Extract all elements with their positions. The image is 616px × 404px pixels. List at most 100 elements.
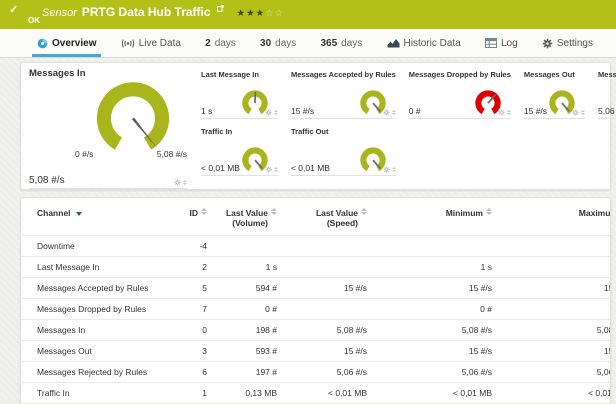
cell-minimum — [371, 236, 496, 257]
star-filled-icon[interactable]: ★ — [246, 8, 256, 19]
updown-arrows-icon[interactable] — [274, 167, 278, 172]
gauge-title: Traffic In — [201, 127, 278, 137]
tab-settings[interactable]: Settings — [537, 29, 598, 57]
gauge-value: 5,08 #/s — [29, 175, 65, 186]
gauge-messages-out[interactable]: Messages Out 15 #/s — [524, 70, 585, 119]
tab-365-days[interactable]: 365 days — [315, 29, 367, 57]
column-header-channel[interactable]: Channel — [21, 204, 171, 236]
table-row: Messages In 0 198 # 5,08 #/s 5,08 #/s 5,… — [21, 320, 611, 341]
cell-last-value-volume: 1 s — [211, 257, 281, 278]
column-header-id[interactable]: ID — [171, 204, 211, 236]
cell-last-value-speed: 5,06 #/s — [281, 362, 371, 383]
gear-icon[interactable] — [265, 109, 272, 116]
gauge-messages-rejected-by-rules[interactable]: Messages Rejected by Rules 5,06 #/s — [598, 70, 616, 119]
column-header-minimum[interactable]: Minimum — [371, 204, 496, 236]
cell-id: 6 — [171, 362, 211, 383]
updown-arrows-icon[interactable] — [183, 180, 187, 185]
tab-30-days[interactable]: 30 days — [255, 29, 301, 57]
gauge-last-message-in[interactable]: Last Message In 1 s — [201, 70, 278, 119]
cell-channel: Messages Out — [21, 341, 171, 362]
prtg-sensor-page: ✓ Sensor PRTG Data Hub Traffic ★★★☆☆ OK … — [0, 0, 616, 404]
updown-arrows-icon[interactable] — [507, 110, 511, 115]
priority-stars[interactable]: ★★★☆☆ — [237, 8, 285, 19]
gauge-scale: 0 #/s 5,08 #/s — [69, 149, 187, 159]
column-header-maximum[interactable]: Maximum — [496, 204, 611, 236]
cell-minimum: 5,08 #/s — [371, 320, 496, 341]
gauge-mini-icons — [572, 109, 585, 116]
cell-channel: Messages Rejected by Rules — [21, 362, 171, 383]
gauge-messages-dropped-by-rules[interactable]: Messages Dropped by Rules 0 # — [409, 70, 511, 119]
tab-historic-data[interactable]: Historic Data — [382, 29, 466, 57]
cell-last-value-volume — [211, 236, 281, 257]
cell-id: 3 — [171, 341, 211, 362]
gauge-messages-in[interactable]: Messages In 0 #/s 5,08 #/s 5,08 #/s — [29, 68, 187, 189]
star-filled-icon[interactable]: ★ — [237, 8, 247, 19]
table-row: Traffic In 1 0,13 MB < 0,01 MB < 0,01 MB… — [21, 383, 611, 404]
tab-log[interactable]: Log — [480, 29, 523, 57]
sensor-title: PRTG Data Hub Traffic — [82, 5, 211, 19]
cell-minimum: 5,06 #/s — [371, 362, 496, 383]
content-area: Messages In 0 #/s 5,08 #/s 5,08 #/s — [0, 58, 616, 404]
column-header-last-value-speed[interactable]: Last Value (Speed) — [281, 204, 371, 236]
gauge-traffic-out[interactable]: Traffic Out < 0,01 MB — [291, 127, 396, 176]
table-row: Messages Accepted by Rules 5 594 # 15 #/… — [21, 278, 611, 299]
cell-maximum: 0 # — [496, 299, 611, 320]
cell-maximum: 15 #/s — [496, 341, 611, 362]
gear-icon[interactable] — [383, 166, 390, 173]
tab-overview[interactable]: Overview — [32, 29, 101, 57]
star-filled-icon[interactable]: ★ — [256, 8, 266, 19]
gauge-traffic-in[interactable]: Traffic In < 0,01 MB — [201, 127, 278, 176]
live-data-icon — [121, 38, 135, 49]
tab-label: days — [215, 38, 236, 49]
tab-label: Historic Data — [404, 38, 461, 49]
updown-arrows-icon[interactable] — [274, 110, 278, 115]
table-row: Messages Rejected by Rules 6 197 # 5,06 … — [21, 362, 611, 383]
cell-maximum: 2 s — [496, 257, 611, 278]
gear-icon[interactable] — [383, 109, 390, 116]
updown-arrows-icon[interactable] — [581, 110, 585, 115]
gauge-title: Messages Dropped by Rules — [409, 70, 511, 80]
tab-label: Settings — [557, 38, 593, 49]
cell-last-value-speed: 15 #/s — [281, 278, 371, 299]
status-ok-check-icon: ✓ — [9, 3, 18, 16]
star-empty-icon[interactable]: ☆ — [275, 8, 285, 19]
table-row: Downtime -4 — [21, 236, 611, 257]
updown-arrows-icon[interactable] — [392, 167, 396, 172]
tab-number: 30 — [260, 38, 271, 49]
tab-label: Log — [501, 38, 518, 49]
gauge-mini-icons — [383, 166, 396, 173]
gauge-value: 15 #/s — [291, 106, 314, 118]
gear-icon[interactable] — [572, 109, 579, 116]
cell-minimum: < 0,01 MB — [371, 383, 496, 404]
cell-id: 5 — [171, 278, 211, 299]
gauge-mini-icons — [383, 109, 396, 116]
gauge-mini-icons — [265, 109, 278, 116]
cell-last-value-volume: 0,13 MB — [211, 383, 281, 404]
cell-last-value-speed: < 0,01 MB — [281, 383, 371, 404]
gear-icon[interactable] — [265, 166, 272, 173]
gauge-mini-icons — [498, 109, 511, 116]
tab-label: days — [341, 38, 362, 49]
cell-maximum: < 0,01 MB — [496, 383, 611, 404]
tab-bar: Overview Live Data 2 days 30 days 365 da… — [0, 29, 616, 58]
cell-last-value-volume: 593 # — [211, 341, 281, 362]
updown-arrows-icon[interactable] — [392, 110, 396, 115]
gauge-scale-max: 5,08 #/s — [157, 149, 187, 159]
table-row: Messages Out 3 593 # 15 #/s 15 #/s 15 #/… — [21, 341, 611, 362]
tab-label: days — [275, 38, 296, 49]
star-empty-icon[interactable]: ☆ — [265, 8, 275, 19]
cell-id: 2 — [171, 257, 211, 278]
sort-icon — [201, 208, 207, 215]
column-header-last-value-volume[interactable]: Last Value (Volume) — [211, 204, 281, 236]
tab-live-data[interactable]: Live Data — [116, 29, 186, 57]
gear-icon[interactable] — [498, 109, 505, 116]
table-row: Last Message In 2 1 s 1 s 2 s — [21, 257, 611, 278]
tab-label: Live Data — [139, 38, 181, 49]
gear-icon[interactable] — [174, 179, 181, 186]
table-header-row: Channel ID Last Value (Volume) Last Valu… — [21, 204, 611, 236]
tab-2-days[interactable]: 2 days — [200, 29, 241, 57]
gauge-messages-accepted-by-rules[interactable]: Messages Accepted by Rules 15 #/s — [291, 70, 396, 119]
table-row: Messages Dropped by Rules 7 0 # 0 # 0 # — [21, 299, 611, 320]
gauge-title: Last Message In — [201, 70, 278, 80]
external-window-icon[interactable] — [217, 0, 224, 17]
